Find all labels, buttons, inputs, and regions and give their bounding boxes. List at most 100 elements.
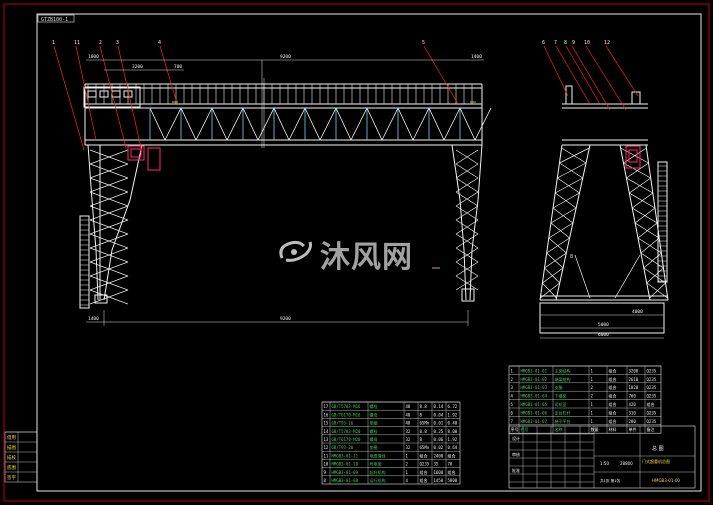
table-cell: 起升机构 (370, 469, 386, 475)
front-dim-labels: 9200 3200 700 1400 1000 9200 1400 (88, 54, 482, 322)
dim-top-main: 9200 (280, 54, 291, 60)
table-cell: 1 (406, 453, 409, 458)
table-cell: 组合 (609, 401, 617, 407)
margin-cell: 底图 (7, 464, 16, 471)
table-cell: 垫圈 (370, 420, 378, 426)
side-view (539, 85, 669, 334)
title-block-text: 批准 (512, 467, 520, 473)
table-cell: 组合 (420, 477, 428, 483)
table-cell: Q235 (647, 385, 657, 390)
table-cell: 65Mn (420, 445, 430, 450)
front-trolley (127, 145, 161, 171)
table-cell: 6.72 (448, 404, 458, 409)
table-cell: 16 (324, 412, 329, 417)
table-cell: 12 (324, 445, 329, 450)
dim-bottom-left: 1400 (88, 316, 99, 322)
table-cell: 0.48 (448, 421, 458, 426)
table-cell: 48 (406, 412, 411, 417)
table-cell: 2 (511, 377, 514, 382)
table-cell: HMGB3-01-02 (521, 377, 548, 382)
table-cell: 32 (406, 445, 411, 450)
table-cell: 螺栓 (370, 428, 378, 434)
table-cell: 0.14 (434, 404, 444, 409)
table-cell: Q235 (420, 462, 430, 467)
table-cell: 0.01 (434, 421, 444, 426)
table-cell: 11 (324, 453, 329, 458)
table-cell: 下横梁 (555, 393, 567, 399)
front-view (79, 60, 492, 309)
table-cell: 1820 (629, 385, 639, 390)
balloon-8: 8 (564, 40, 567, 46)
table-cell: 1450 (434, 478, 444, 483)
table-cell: 0.02 (434, 445, 444, 450)
table-cell: 8.8 (420, 404, 428, 409)
side-leaders (543, 45, 639, 111)
table-cell: 单件 (629, 426, 637, 432)
table-cell: 1 (511, 368, 514, 373)
table-cell: Q235 (647, 410, 657, 415)
table-cell: 15 (324, 421, 329, 426)
table-cell: 序号 (511, 426, 519, 432)
table-cell: GB/T6170-M20 (332, 437, 361, 442)
table-cell: 组合 (448, 452, 456, 458)
table-cell: 4 (511, 394, 514, 399)
table-cell: 8 (420, 412, 423, 417)
table-cell: 组合 (609, 409, 617, 415)
table-cell: 8 (324, 478, 327, 483)
side-dim-1: 4000 (632, 309, 643, 315)
table-cell: 8 (420, 437, 423, 442)
title-block-text: 28800 (620, 461, 633, 466)
dim-top-left2: 700 (174, 64, 182, 70)
table-cell: GB/T93-16 (332, 421, 354, 426)
table-cell: 名称 (555, 426, 563, 432)
table-cell: 材料 (609, 426, 617, 432)
table-cell: 32 (406, 429, 411, 434)
table-cell: HMGB3-01-04 (521, 394, 548, 399)
table-cell: HMGB3-01-11 (332, 453, 359, 458)
table-cell: Q235 (647, 368, 657, 373)
watermark-logo-icon (279, 240, 312, 262)
table-cell: 组合 (647, 401, 655, 407)
table-cell: 35 (434, 462, 439, 467)
table-cell: 10 (324, 462, 329, 467)
table-cell: 运行机构 (370, 477, 386, 483)
table-cell: 310 (629, 410, 637, 415)
table-cell: 3200 (629, 368, 639, 373)
table-cell: 2400 (434, 453, 444, 458)
table-cell: 导电架 (370, 461, 382, 467)
table-cell: 2 (591, 394, 594, 399)
dim-left-a: 1000 (88, 54, 99, 60)
table-cell: 组合 (609, 376, 617, 382)
table-cell: 0.64 (448, 445, 458, 450)
margin-cell: 描图 (7, 444, 16, 451)
table-cell: 5800 (448, 478, 458, 483)
side-dim-labels: 4000 5000 6000 (598, 309, 643, 338)
table-cell: GB/T6170-M16 (332, 412, 361, 417)
left-margin-table: 借用描图描校底图签字 (4, 431, 38, 483)
table-cell: 280 (629, 419, 637, 424)
margin-cell: 描校 (7, 454, 16, 461)
table-cell: 垫圈 (370, 444, 378, 450)
table-cell: 1600 (434, 470, 444, 475)
title-block-text: 审核 (512, 451, 520, 457)
balloon-9: 9 (572, 40, 575, 46)
table-cell: 组合 (420, 469, 428, 475)
table-cell: GB/T5783-M16 (332, 404, 361, 409)
side-balloons: 6 7 8 9 10 12 8 (542, 40, 610, 260)
table-cell: 螺栓 (370, 403, 378, 409)
table-cell: HMGB3-01-05 (521, 402, 548, 407)
drawing-code: GTZB100-1 (41, 17, 68, 23)
table-cell: 组合 (609, 393, 617, 399)
side-dim-2: 5000 (598, 322, 609, 328)
table-cell: 48 (406, 421, 411, 426)
table-cell: 760 (629, 394, 637, 399)
table-cell: 2 (591, 385, 594, 390)
table-cell: 电缆滑线 (370, 452, 386, 458)
watermark-text: 沐风网 (320, 240, 413, 275)
table-cell: Q235 (647, 419, 657, 424)
table-cell: 7 (511, 419, 514, 424)
table-cell: 代号 (521, 426, 529, 432)
title-block: 总 图门式起重机总图 HMGB3-01-00 设计审核批准 1:50 共1张 第1张 28… (508, 425, 696, 489)
table-cell: 2 (406, 462, 409, 467)
table-cell: 螺母 (370, 411, 378, 417)
